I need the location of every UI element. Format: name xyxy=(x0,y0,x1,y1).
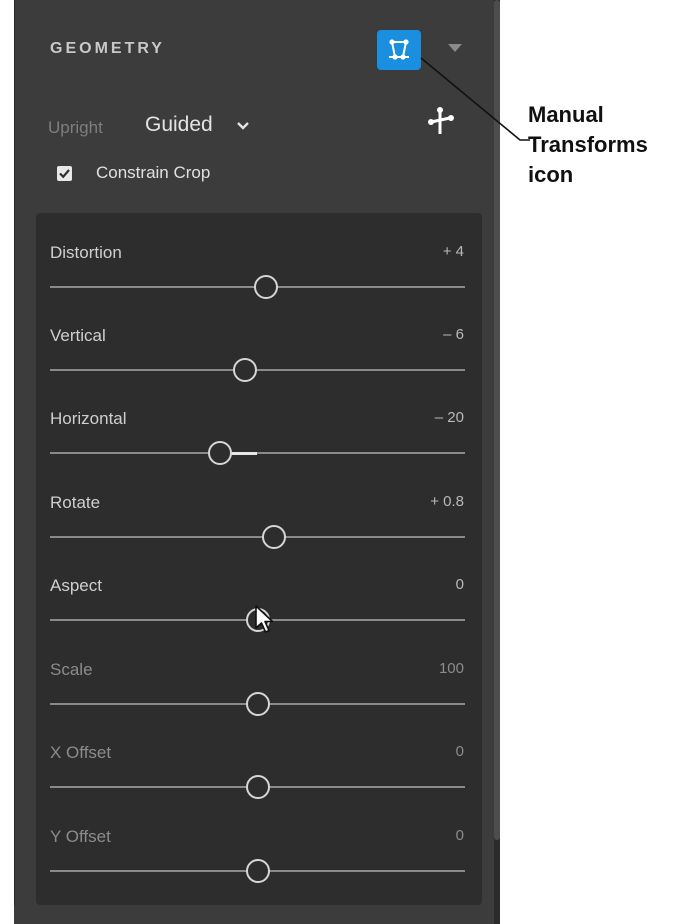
scrollbar-thumb[interactable] xyxy=(494,0,500,840)
constrain-crop-checkbox[interactable] xyxy=(57,166,72,181)
callout-line-3: icon xyxy=(528,162,574,187)
slider-label: Aspect xyxy=(50,576,102,595)
slider-knob[interactable] xyxy=(262,525,287,549)
slider-distortion: Distortion + 4 xyxy=(36,243,482,313)
slider-fill xyxy=(230,452,258,455)
manual-transforms-button[interactable] xyxy=(377,30,421,70)
slider-label: Vertical xyxy=(50,326,106,345)
slider-track[interactable] xyxy=(50,452,465,454)
manual-transforms-icon xyxy=(389,39,409,60)
slider-x-offset: X Offset 0 xyxy=(36,743,482,813)
slider-value[interactable]: + 4 xyxy=(443,243,464,260)
panel-footer xyxy=(14,905,494,924)
slider-y-offset: Y Offset 0 xyxy=(36,827,482,897)
slider-knob[interactable] xyxy=(245,859,270,883)
slider-value[interactable]: + 0.8 xyxy=(430,493,464,510)
slider-label: Y Offset xyxy=(50,827,111,846)
panel-title: GEOMETRY xyxy=(50,40,165,57)
slider-label: Distortion xyxy=(50,243,122,262)
slider-knob[interactable] xyxy=(253,275,278,299)
constrain-crop-label: Constrain Crop xyxy=(96,163,211,182)
slider-value[interactable]: 100 xyxy=(439,660,464,677)
slider-label: Rotate xyxy=(50,493,101,512)
slider-label: Horizontal xyxy=(50,409,127,428)
slider-label: X Offset xyxy=(50,743,112,762)
slider-track[interactable] xyxy=(50,536,465,538)
slider-value[interactable]: 0 xyxy=(456,827,464,844)
triangle-down-icon[interactable] xyxy=(448,44,462,52)
slider-label: Scale xyxy=(50,660,93,679)
slider-value[interactable]: 0 xyxy=(456,743,464,760)
slider-value[interactable]: – 6 xyxy=(443,326,464,343)
slider-track[interactable] xyxy=(50,369,465,371)
callout-line-2: Transforms xyxy=(528,132,648,157)
guided-upright-tool-icon[interactable] xyxy=(426,106,458,138)
checkmark-icon xyxy=(59,169,70,179)
arrow-cursor-icon xyxy=(255,605,274,633)
slider-knob[interactable] xyxy=(208,441,233,465)
slider-knob[interactable] xyxy=(245,775,270,799)
callout-line-1: Manual xyxy=(528,102,604,127)
slider-scale: Scale 100 xyxy=(36,660,482,730)
sliders-container: Distortion + 4 Vertical – 6 Horizontal –… xyxy=(36,213,482,905)
callout-label: Manual Transforms icon xyxy=(528,100,688,190)
slider-knob[interactable] xyxy=(233,358,258,382)
slider-value[interactable]: 0 xyxy=(456,576,464,593)
slider-value[interactable]: – 20 xyxy=(435,409,464,426)
upright-mode-dropdown[interactable]: Guided xyxy=(145,113,213,137)
chevron-down-icon[interactable] xyxy=(236,121,250,131)
slider-rotate: Rotate + 0.8 xyxy=(36,493,482,563)
slider-knob[interactable] xyxy=(245,692,270,716)
slider-vertical: Vertical – 6 xyxy=(36,326,482,396)
slider-horizontal: Horizontal – 20 xyxy=(36,409,482,479)
upright-label: Upright xyxy=(48,118,103,137)
